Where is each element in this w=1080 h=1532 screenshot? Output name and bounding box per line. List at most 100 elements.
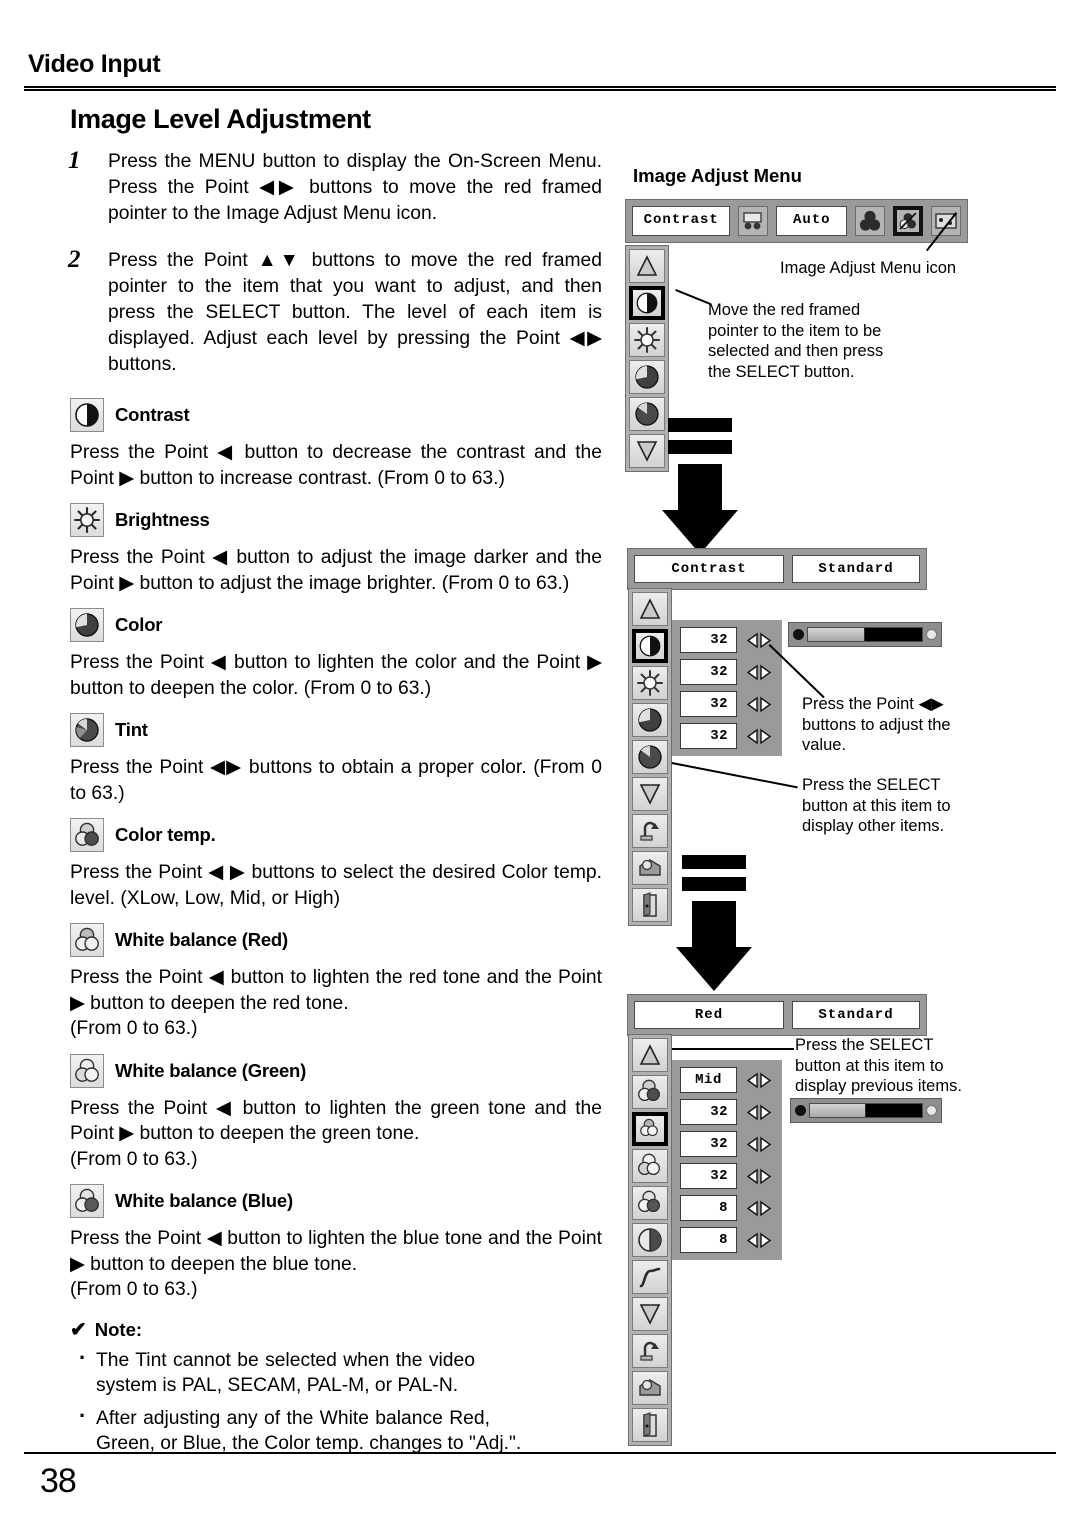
panel-contrast-row: 32 [680, 627, 774, 653]
value-field[interactable]: 32 [680, 1163, 737, 1189]
manual-page: Video Input Image Level Adjustment 1 Pre… [0, 0, 1080, 1532]
down-arrow-icon[interactable] [632, 1297, 668, 1331]
step-1: 1 Press the MENU button to display the O… [0, 147, 620, 226]
note-bullet: After adjusting any of the White balance… [70, 1403, 602, 1457]
step-2: 2 Press the Point ▲▼ buttons to move the… [0, 246, 620, 377]
screen-icon[interactable] [931, 206, 961, 236]
callout-adjust-value: Press the Point ◀▶ buttons to adjust the… [802, 695, 951, 754]
footer-rule [24, 1452, 1056, 1454]
value-field[interactable]: 32 [680, 627, 737, 653]
item-white-balance-blue: White balance (Blue) Press the Point ◀ b… [0, 1181, 620, 1303]
page-header-title: Video Input [28, 50, 161, 78]
value-field[interactable]: Mid [680, 1067, 737, 1093]
slider-right-knob[interactable] [926, 629, 937, 640]
panel-contrast-slider[interactable] [788, 622, 942, 647]
contrast-icon[interactable] [632, 629, 668, 663]
tint-icon[interactable] [632, 740, 668, 774]
tint-icon[interactable] [629, 397, 665, 431]
store-icon[interactable] [632, 1371, 668, 1405]
step-2-text: Press the Point ▲▼ buttons to move the r… [108, 250, 602, 375]
brightness-icon [70, 503, 104, 538]
gamma-icon[interactable] [632, 1260, 668, 1294]
white-balance-green-icon [70, 1053, 104, 1088]
arrow-stem [692, 901, 736, 947]
left-right-arrows-icon[interactable] [744, 664, 774, 681]
panel-red-row: 32 [680, 1163, 774, 1189]
slider-left-knob[interactable] [793, 629, 804, 640]
left-right-arrows-icon[interactable] [744, 1232, 774, 1249]
color-select-icon[interactable] [855, 206, 885, 236]
value-field[interactable]: 32 [680, 659, 737, 685]
sharpness-icon[interactable] [632, 1223, 668, 1257]
value-field[interactable]: 32 [680, 723, 737, 749]
item-contrast-body: Press the Point ◀ button to decrease the… [70, 442, 602, 489]
white-balance-green-icon[interactable] [632, 1149, 668, 1183]
slider-left-knob[interactable] [795, 1105, 806, 1116]
left-right-arrows-icon[interactable] [744, 1072, 774, 1089]
panel-red-row: Mid [680, 1067, 774, 1093]
reset-icon[interactable] [632, 814, 668, 848]
system-icon[interactable] [738, 206, 769, 236]
slider-right-knob[interactable] [926, 1105, 937, 1116]
arrow-stem [678, 464, 722, 510]
item-color-title: Color [115, 614, 163, 636]
header-rule [24, 86, 1056, 91]
note-bullet-line1: After adjusting any of the White balance… [96, 1407, 490, 1429]
panel-red-row: 32 [680, 1131, 774, 1157]
value-field[interactable]: 32 [680, 1131, 737, 1157]
arrow-head [676, 947, 752, 991]
item-white-balance-red: White balance (Red) Press the Point ◀ bu… [0, 920, 620, 1042]
brightness-icon[interactable] [629, 323, 665, 357]
slider-fill [810, 1104, 866, 1117]
contrast-icon [70, 398, 104, 433]
step-2-number: 2 [68, 246, 81, 274]
arrow-bar [682, 855, 746, 869]
up-arrow-icon[interactable] [632, 1038, 668, 1072]
color-icon [70, 608, 104, 643]
item-white-balance-green-title: White balance (Green) [115, 1059, 307, 1081]
left-right-arrows-icon[interactable] [744, 728, 774, 745]
left-right-arrows-icon[interactable] [744, 1168, 774, 1185]
up-arrow-icon[interactable] [632, 592, 668, 626]
note-bullet-line2: system is PAL, SECAM, PAL-M, or PAL-N. [96, 1375, 459, 1397]
arrow-bar [682, 877, 746, 891]
reset-icon[interactable] [632, 1334, 668, 1368]
down-arrow-icon[interactable] [629, 434, 665, 468]
store-icon[interactable] [632, 851, 668, 885]
color-icon[interactable] [629, 360, 665, 394]
item-color: Color Press the Point ◀ button to lighte… [0, 605, 620, 701]
item-white-balance-red-body: Press the Point ◀ button to lighten the … [70, 967, 602, 1040]
panel-red-slider[interactable] [790, 1098, 942, 1123]
panel-red-header-left: Red [634, 1001, 784, 1029]
panel-red-row: 8 [680, 1227, 774, 1253]
quit-icon[interactable] [632, 1408, 668, 1442]
osd-panel-contrast: Contrast Standard [627, 548, 927, 590]
page-title: Image Level Adjustment [70, 104, 371, 134]
image-adjust-icon[interactable] [893, 206, 923, 236]
white-balance-red-icon [70, 923, 104, 958]
value-field[interactable]: 32 [680, 691, 737, 717]
value-field[interactable]: 8 [680, 1227, 737, 1253]
left-right-arrows-icon[interactable] [744, 1136, 774, 1153]
down-arrow-icon[interactable] [632, 777, 668, 811]
left-right-arrows-icon[interactable] [744, 696, 774, 713]
osd-panel-contrast-sidebar [628, 588, 672, 926]
left-right-arrows-icon[interactable] [744, 1104, 774, 1121]
color-icon[interactable] [632, 703, 668, 737]
item-color-temp: Color temp. Press the Point ◀ ▶ buttons … [0, 815, 620, 911]
item-color-temp-body: Press the Point ◀ ▶ buttons to select th… [70, 862, 602, 909]
value-field[interactable]: 8 [680, 1195, 737, 1221]
color-temp-icon[interactable] [632, 1075, 668, 1109]
white-balance-blue-icon[interactable] [632, 1186, 668, 1220]
value-field[interactable]: 32 [680, 1099, 737, 1125]
white-balance-red-icon[interactable] [632, 1112, 668, 1146]
note-section: ✔ Note: The Tint cannot be selected when… [70, 1319, 602, 1457]
osd-menu-bar: Contrast Auto [625, 199, 968, 243]
contrast-icon[interactable] [629, 286, 665, 320]
up-arrow-icon[interactable] [629, 249, 665, 283]
brightness-icon[interactable] [632, 666, 668, 700]
left-right-arrows-icon[interactable] [744, 1200, 774, 1217]
item-tint: Tint Press the Point ◀▶ buttons to obtai… [0, 710, 620, 806]
quit-icon[interactable] [632, 888, 668, 922]
note-label: Note: [94, 1318, 143, 1340]
